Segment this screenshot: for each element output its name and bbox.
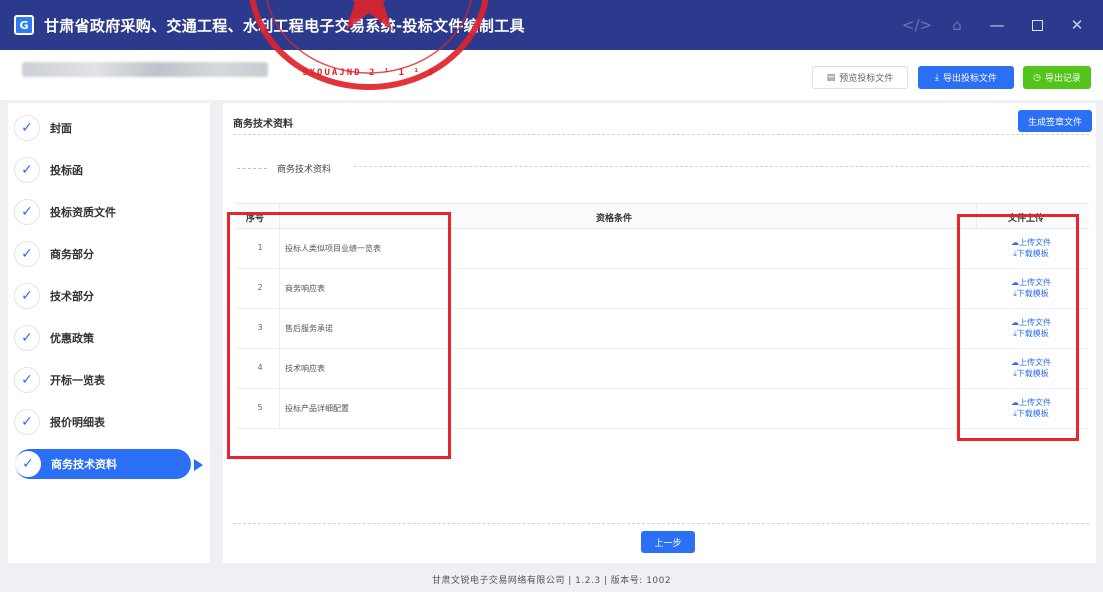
sidebar-item-label: 技术部分 bbox=[50, 290, 94, 303]
sidebar-item-label: 商务部分 bbox=[50, 248, 94, 261]
sidebar-item-qualification[interactable]: ✓ 投标资质文件 bbox=[14, 197, 186, 227]
export-bid-label: 导出投标文件 bbox=[942, 74, 997, 84]
record-icon: ◷ bbox=[1033, 72, 1041, 83]
footer: 甘肃文锐电子交易网络有限公司 | 1.2.3 | 版本号: 1002 bbox=[0, 566, 1103, 592]
app-logo-icon: G bbox=[14, 15, 34, 35]
sidebar-item-opening-list[interactable]: ✓ 开标一览表 bbox=[14, 365, 186, 395]
sidebar-item-price-detail[interactable]: ✓ 报价明细表 bbox=[14, 407, 186, 437]
sidebar-item-cover[interactable]: ✓ 封面 bbox=[14, 113, 186, 143]
document-icon: ▤ bbox=[826, 72, 836, 83]
section-label: 商务技术资料 bbox=[277, 165, 332, 175]
check-icon: ✓ bbox=[14, 283, 40, 309]
previous-step-button[interactable]: 上一步 bbox=[641, 531, 695, 553]
active-pointer-icon bbox=[194, 459, 203, 471]
section-dash bbox=[237, 168, 267, 169]
window-controls: </> ⌂ — ✕ bbox=[897, 0, 1097, 50]
highlight-box-names bbox=[227, 212, 451, 459]
sidebar-item-technical[interactable]: ✓ 技术部分 bbox=[14, 281, 186, 311]
sidebar-item-label: 投标函 bbox=[50, 164, 83, 177]
generate-signed-file-button[interactable]: 生成签章文件 bbox=[1018, 110, 1092, 132]
export-record-button[interactable]: ◷ 导出记录 bbox=[1023, 66, 1091, 89]
title-divider bbox=[233, 134, 1089, 135]
sidebar-item-label: 封面 bbox=[50, 122, 72, 135]
check-icon: ✓ bbox=[14, 241, 40, 267]
page-title: 商务技术资料 bbox=[233, 119, 293, 130]
preview-bid-label: 预览投标文件 bbox=[839, 74, 894, 84]
home-icon[interactable]: ⌂ bbox=[937, 0, 977, 50]
sidebar-item-bid-letter[interactable]: ✓ 投标函 bbox=[14, 155, 186, 185]
check-icon: ✓ bbox=[15, 451, 41, 477]
maximize-button[interactable] bbox=[1017, 0, 1057, 50]
check-icon: ✓ bbox=[14, 199, 40, 225]
sidebar-item-business-tech[interactable]: ✓ 商务技术资料 bbox=[15, 449, 191, 479]
sidebar-item-business[interactable]: ✓ 商务部分 bbox=[14, 239, 186, 269]
sidebar-item-label: 投标资质文件 bbox=[50, 206, 116, 219]
code-icon[interactable]: </> bbox=[897, 0, 937, 50]
check-icon: ✓ bbox=[14, 325, 40, 351]
preview-bid-button[interactable]: ▤ 预览投标文件 bbox=[812, 66, 908, 89]
sidebar-item-label: 优惠政策 bbox=[50, 332, 94, 345]
sidebar-item-label: 报价明细表 bbox=[50, 416, 105, 429]
check-icon: ✓ bbox=[14, 115, 40, 141]
check-icon: ✓ bbox=[14, 367, 40, 393]
blurred-project-name bbox=[22, 62, 268, 77]
section-heading: 商务技术资料 bbox=[237, 162, 331, 175]
export-bid-button[interactable]: ⤓ 导出投标文件 bbox=[918, 66, 1014, 89]
section-divider bbox=[354, 166, 1089, 167]
sidebar-item-label: 商务技术资料 bbox=[51, 458, 117, 471]
header-name: 资格条件 bbox=[596, 214, 633, 224]
maximize-icon bbox=[1031, 19, 1043, 31]
bottom-divider bbox=[233, 523, 1089, 524]
close-button[interactable]: ✕ bbox=[1057, 0, 1097, 50]
download-icon: ⤓ bbox=[935, 72, 939, 83]
check-icon: ✓ bbox=[14, 157, 40, 183]
highlight-box-uploads bbox=[957, 214, 1079, 441]
title-bar: G 甘肃省政府采购、交通工程、水利工程电子交易系统-投标文件编制工具 </> ⌂… bbox=[0, 0, 1103, 50]
check-icon: ✓ bbox=[14, 409, 40, 435]
window-title: 甘肃省政府采购、交通工程、水利工程电子交易系统-投标文件编制工具 bbox=[44, 16, 525, 35]
sidebar-item-preferential[interactable]: ✓ 优惠政策 bbox=[14, 323, 186, 353]
export-record-label: 导出记录 bbox=[1044, 74, 1081, 84]
sidebar-item-label: 开标一览表 bbox=[50, 374, 105, 387]
minimize-button[interactable]: — bbox=[977, 0, 1017, 50]
